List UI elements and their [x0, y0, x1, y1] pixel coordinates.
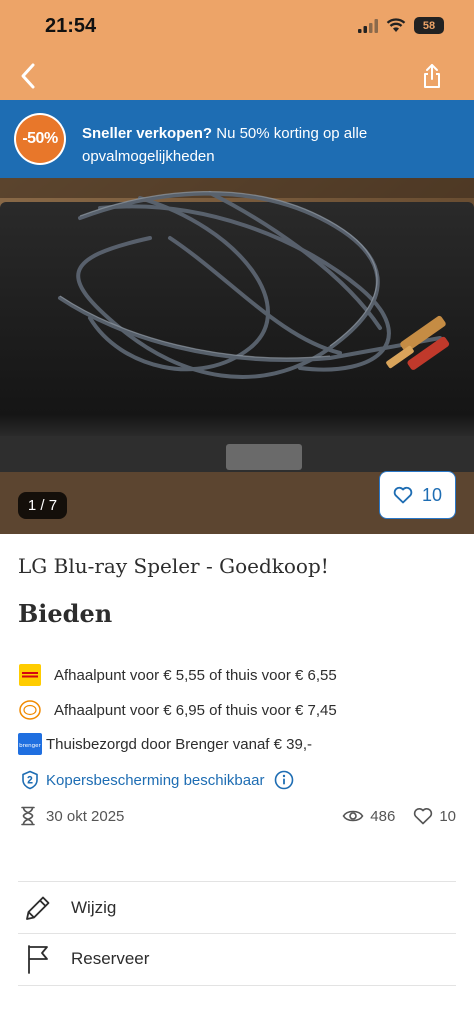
heart-icon: [414, 808, 433, 825]
discount-badge-label: -50%: [16, 115, 64, 163]
hourglass-icon: [21, 806, 35, 826]
flag-icon: [18, 939, 58, 979]
chevron-left-icon: [21, 63, 35, 89]
nav-bar: [0, 52, 474, 100]
listing-price: Bieden: [18, 599, 113, 628]
edit-label: Wijzig: [71, 898, 117, 917]
promo-text: Sneller verkopen? Nu 50% korting op alle…: [82, 122, 454, 168]
listing-stats: 486 10: [342, 804, 456, 828]
share-button[interactable]: [412, 56, 452, 96]
divider: [18, 881, 456, 882]
status-icons: 58: [358, 17, 444, 34]
shipping-option-dhl: Afhaalpunt voor € 5,55 of thuis voor € 6…: [18, 663, 337, 687]
reserve-button[interactable]: Reserveer: [18, 934, 456, 984]
battery-icon: 58: [414, 17, 444, 34]
reserve-label: Reserveer: [71, 949, 150, 968]
favorite-count: 10: [421, 484, 443, 505]
postnl-icon: [18, 698, 42, 722]
listing-title: LG Blu-ray Speler - Goedkoop!: [18, 554, 329, 578]
back-button[interactable]: [8, 56, 48, 96]
brenger-icon: brenger: [18, 732, 42, 756]
shipping-text: Afhaalpunt voor € 5,55 of thuis voor € 6…: [54, 666, 337, 684]
view-count: 486: [370, 807, 396, 825]
shipping-text: Afhaalpunt voor € 6,95 of thuis voor € 7…: [54, 701, 337, 719]
promo-banner[interactable]: -50% Sneller verkopen? Nu 50% korting op…: [0, 100, 474, 178]
shipping-option-postnl: Afhaalpunt voor € 6,95 of thuis voor € 7…: [18, 698, 337, 722]
favorite-button[interactable]: 10: [379, 471, 456, 519]
pencil-icon: [18, 888, 58, 928]
share-icon: [424, 64, 440, 88]
buyer-protection-link[interactable]: Kopersbescherming beschikbaar: [20, 768, 294, 792]
promo-headline: Sneller verkopen?: [82, 125, 213, 142]
eye-icon: [342, 810, 364, 822]
shipping-option-brenger: brenger Thuisbezorgd door Brenger vanaf …: [18, 732, 312, 756]
divider: [18, 985, 456, 986]
status-time: 21:54: [45, 15, 97, 37]
wifi-icon: [386, 18, 406, 32]
shield-icon: [22, 770, 38, 790]
discount-badge: -50%: [14, 113, 66, 165]
listing-date: 30 okt 2025: [20, 804, 124, 828]
edit-button[interactable]: Wijzig: [18, 883, 456, 933]
favorite-count-meta: 10: [439, 807, 456, 825]
shipping-text: Thuisbezorgd door Brenger vanaf € 39,-: [46, 735, 312, 753]
brenger-logo-text: brenger: [19, 743, 41, 749]
info-icon[interactable]: [274, 770, 294, 790]
status-bar: 21:54 58: [0, 0, 474, 52]
signal-icon: [358, 18, 378, 33]
dhl-icon: [18, 663, 42, 687]
listing-date-text: 30 okt 2025: [46, 807, 125, 825]
heart-icon: [393, 486, 413, 504]
photo-counter: 1 / 7: [18, 492, 67, 519]
buyer-protection-label: Kopersbescherming beschikbaar: [46, 771, 265, 789]
